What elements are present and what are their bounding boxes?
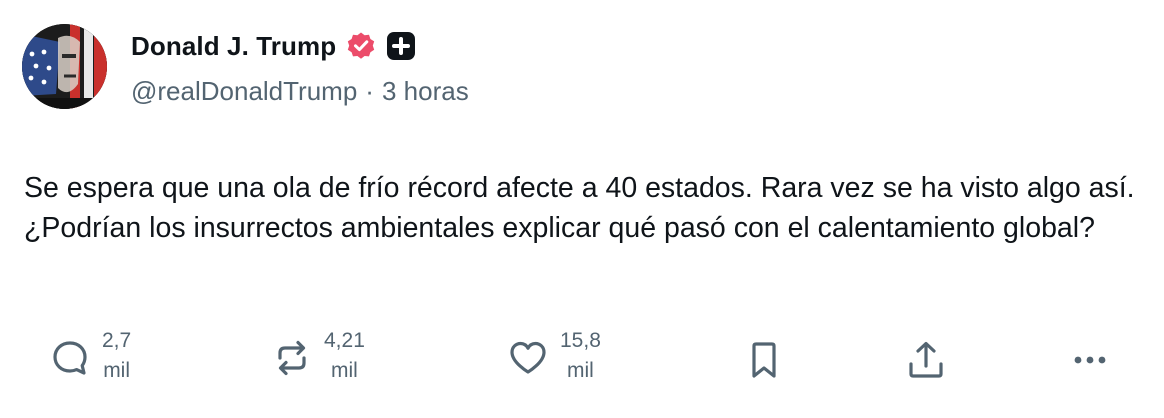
avatar-image: [22, 24, 107, 109]
display-name[interactable]: Donald J. Trump: [131, 31, 336, 62]
like-count-number: 15,8: [560, 329, 601, 352]
heart-icon: [510, 341, 546, 374]
repost-count-unit: mil: [331, 359, 358, 382]
like-button[interactable]: 15,8 mil: [508, 329, 601, 386]
more-options-button[interactable]: [1070, 340, 1110, 380]
action-bar: 2,7 mil 4,21 mil 15,8 mil: [0, 318, 1164, 398]
like-count: 15,8 mil: [560, 326, 601, 386]
repost-button[interactable]: 4,21 mil: [272, 329, 365, 386]
reply-count-unit: mil: [103, 359, 131, 382]
avatar[interactable]: [22, 24, 107, 109]
bookmark-icon: [752, 342, 776, 378]
reply-count-number: 2,7: [102, 329, 132, 352]
repost-count: 4,21 mil: [324, 326, 365, 386]
like-count-unit: mil: [567, 359, 594, 382]
repost-count-number: 4,21: [324, 329, 365, 352]
meta-separator: ·: [365, 76, 374, 106]
share-button[interactable]: [906, 340, 946, 380]
plus-badge-icon: [386, 31, 416, 61]
verified-badge-icon: [346, 31, 376, 61]
more-dots-icon: [1074, 356, 1106, 364]
handle-row: @realDonaldTrump · 3 horas: [131, 76, 469, 107]
post-text: Se espera que una ola de frío récord afe…: [24, 172, 1143, 244]
repost-arrows-icon: [278, 340, 306, 376]
user-handle[interactable]: @realDonaldTrump: [131, 76, 357, 107]
post-card: Donald J. Trump @realDonaldTrump · 3 hor…: [0, 0, 1164, 418]
speech-bubble-icon: [53, 341, 87, 375]
name-row: Donald J. Trump: [131, 27, 416, 65]
bookmark-button[interactable]: [744, 340, 784, 380]
reply-button[interactable]: 2,7 mil: [50, 329, 131, 386]
share-upload-icon: [909, 341, 943, 378]
reply-count: 2,7 mil: [102, 326, 131, 386]
post-time[interactable]: 3 horas: [382, 76, 469, 107]
